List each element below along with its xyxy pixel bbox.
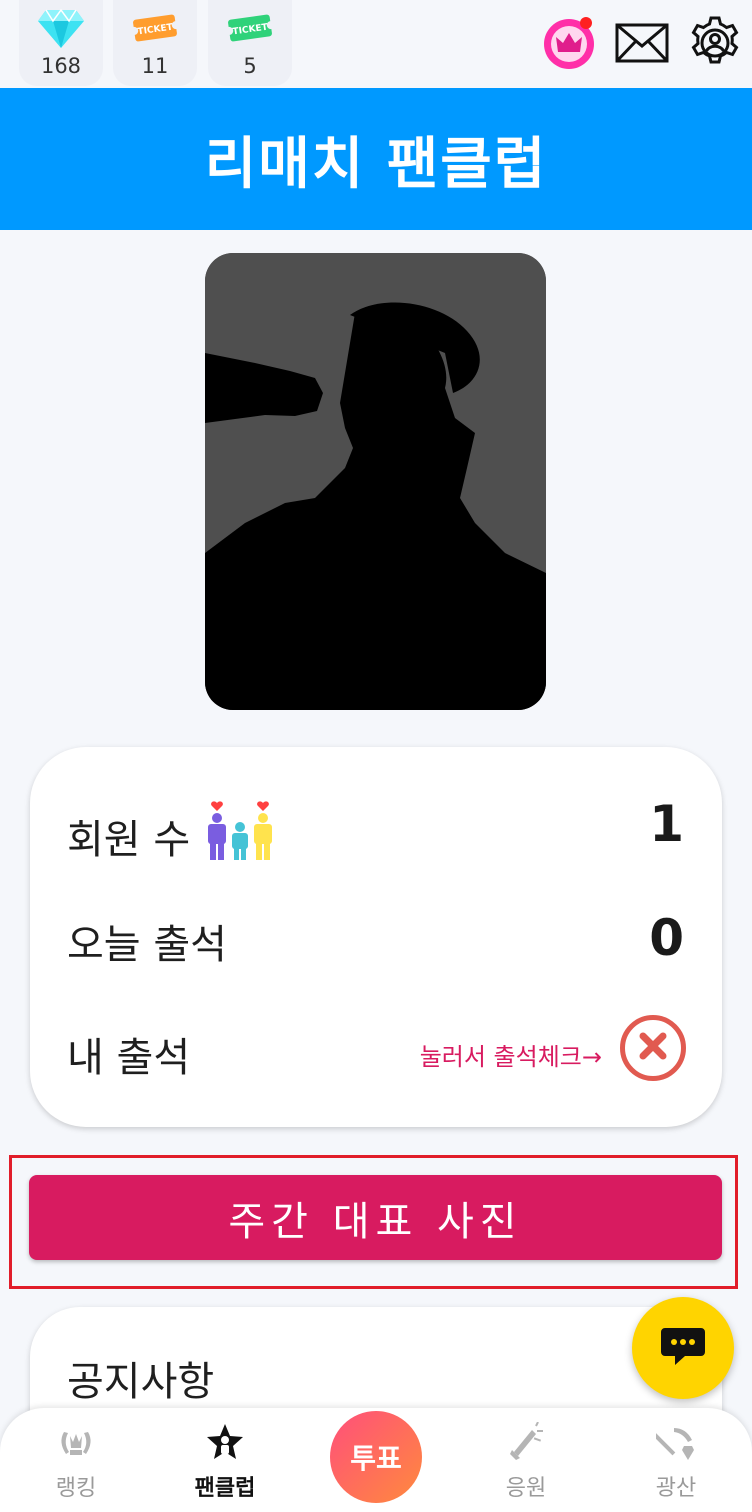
crown-icon[interactable]: [541, 16, 597, 76]
today-attendance-label: 오늘 출석: [67, 922, 227, 968]
nav-fanclub-label: 팬클럽: [194, 1476, 256, 1501]
my-attendance-label: 내 출석: [67, 1035, 191, 1081]
nav-support-label: 응원: [505, 1476, 547, 1501]
nav-fanclub[interactable]: 팬클럽: [170, 1408, 280, 1512]
nav-support[interactable]: 응원: [471, 1408, 581, 1512]
diamond-icon: [38, 8, 84, 52]
people-icon: [203, 797, 277, 873]
fanclub-header: 리매치 팬클럽: [0, 88, 752, 230]
green-ticket-count: 5: [243, 54, 257, 78]
nav-ranking-label: 랭킹: [55, 1476, 97, 1501]
members-label: 회원 수: [67, 797, 277, 873]
orange-ticket-count: 11: [141, 54, 169, 78]
notice-title: 공지사항: [67, 1359, 215, 1405]
chat-bubble-icon: [659, 1324, 707, 1372]
close-icon: [635, 1028, 671, 1068]
top-status-bar: 168 TICKET 11 TICKET 5: [0, 0, 752, 88]
nav-ranking[interactable]: 랭킹: [21, 1408, 131, 1512]
star-person-icon: [205, 1422, 245, 1466]
vote-button[interactable]: 투표: [330, 1411, 422, 1503]
settings-icon[interactable]: [687, 15, 743, 75]
checkin-hint-text[interactable]: 눌러서 출석체크→: [420, 1037, 602, 1072]
pickaxe-icon: [652, 1422, 696, 1466]
nav-mine[interactable]: 광산: [621, 1408, 731, 1512]
laurel-icon: [56, 1422, 96, 1466]
ticket-orange-icon: TICKET: [130, 8, 180, 52]
megaphone-icon: [506, 1421, 546, 1466]
ticket-green-icon: TICKET: [225, 8, 275, 52]
fanclub-photo[interactable]: [205, 253, 546, 710]
mail-icon[interactable]: [615, 22, 669, 68]
nav-mine-label: 광산: [655, 1476, 697, 1501]
chat-button[interactable]: [632, 1297, 734, 1399]
fanclub-stats-card: 회원 수 1 오늘 출석 0 내 출석 눌러서 출석체크→: [30, 747, 722, 1127]
page-title: 리매치 팬클럽: [204, 131, 548, 197]
diamond-count: 168: [40, 54, 82, 78]
silhouette-image: [205, 253, 546, 710]
weekly-photo-button[interactable]: 주간 대표 사진: [29, 1175, 722, 1260]
today-attendance-count: 0: [649, 909, 684, 967]
diamond-counter[interactable]: 168: [19, 0, 103, 86]
checkin-button[interactable]: [620, 1015, 686, 1081]
members-count: 1: [649, 795, 684, 853]
orange-ticket-counter[interactable]: TICKET 11: [113, 0, 197, 86]
green-ticket-counter[interactable]: TICKET 5: [208, 0, 292, 86]
